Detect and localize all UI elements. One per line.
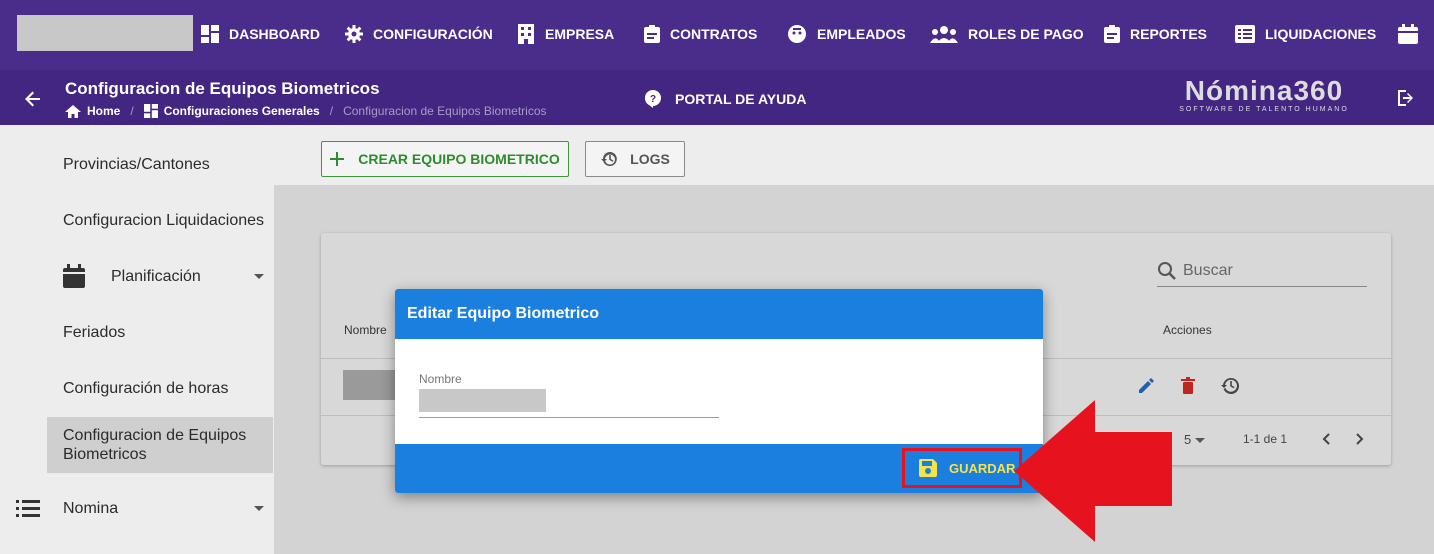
- sidebar: Provincias/Cantones Configuracion Liquid…: [0, 125, 274, 554]
- nav-label: LIQUIDACIONES: [1265, 26, 1377, 42]
- nav-label: DASHBOARD: [229, 26, 320, 42]
- field-underline: [419, 417, 719, 418]
- nav-label: EMPLEADOS: [817, 26, 906, 42]
- search-icon: [1158, 261, 1176, 280]
- create-biometric-button[interactable]: CREAR EQUIPO BIOMETRICO: [321, 141, 569, 177]
- nav-contratos[interactable]: CONTRATOS: [644, 22, 757, 46]
- list-icon: [16, 500, 40, 517]
- delete-icon[interactable]: [1178, 376, 1198, 396]
- svg-text:?: ?: [650, 94, 656, 105]
- pagination-range: 1-1 de 1: [1243, 432, 1288, 446]
- table-cell-nombre: [343, 370, 397, 400]
- annotation-arrow-icon: [1014, 400, 1172, 542]
- breadcrumb-home[interactable]: Home: [65, 104, 120, 118]
- sidebar-item-equipos-biometricos[interactable]: Configuracion de Equipos Biometricos: [47, 417, 273, 473]
- brand-logo: Nómina360 SOFTWARE DE TALENTO HUMANO: [1179, 75, 1349, 114]
- list-icon: [1235, 25, 1255, 43]
- nav-label: EMPRESA: [545, 26, 615, 42]
- nav-liquidaciones[interactable]: LIQUIDACIONES: [1235, 22, 1376, 46]
- group-icon: [930, 26, 958, 43]
- chevron-down-icon[interactable]: [253, 505, 265, 513]
- page-header: Configuracion de Equipos Biometricos Hom…: [0, 70, 1434, 125]
- dashboard-icon: [143, 104, 158, 118]
- search-input[interactable]: Buscar: [1157, 255, 1367, 287]
- dialog-title: Editar Equipo Biometrico: [407, 305, 600, 322]
- nav-empleados[interactable]: EMPLEADOS: [787, 22, 906, 46]
- face-icon: [788, 25, 806, 43]
- nav-configuracion[interactable]: CONFIGURACIÓN: [345, 22, 493, 46]
- plus-icon: [330, 152, 345, 166]
- nombre-field[interactable]: [419, 389, 546, 412]
- edit-biometric-dialog: Editar Equipo Biometrico Nombre GUARDAR: [395, 289, 1043, 493]
- nav-dashboard[interactable]: DASHBOARD: [201, 22, 320, 46]
- page-title: Configuracion de Equipos Biometricos: [65, 79, 380, 98]
- save-button[interactable]: GUARDAR: [902, 448, 1022, 488]
- chevron-left-icon[interactable]: [1321, 433, 1331, 445]
- help-portal-link[interactable]: ? PORTAL DE AYUDA: [645, 90, 806, 108]
- sidebar-item-nomina[interactable]: Nomina: [63, 500, 118, 518]
- gear-icon: [345, 25, 363, 43]
- calendar-icon: [63, 264, 85, 288]
- home-icon: [65, 104, 81, 118]
- clipboard-icon: [1104, 25, 1120, 43]
- field-label: Nombre: [419, 372, 462, 386]
- sidebar-item-config-liquidaciones[interactable]: Configuracion Liquidaciones: [63, 212, 264, 230]
- breadcrumb-config-generales[interactable]: Configuraciones Generales: [143, 104, 320, 118]
- nav-empresa[interactable]: EMPRESA: [517, 22, 614, 46]
- edit-icon[interactable]: [1136, 376, 1156, 396]
- breadcrumb-separator: /: [130, 104, 134, 118]
- breadcrumb-separator: /: [329, 104, 334, 118]
- sidebar-item-planificacion[interactable]: Planificación: [111, 268, 201, 286]
- history-icon[interactable]: [1220, 376, 1240, 396]
- nav-reportes[interactable]: REPORTES: [1104, 22, 1207, 46]
- history-icon: [601, 152, 617, 166]
- chevron-down-icon[interactable]: [253, 273, 265, 281]
- logout-icon[interactable]: [1396, 89, 1416, 107]
- sidebar-item-config-horas[interactable]: Configuración de horas: [63, 380, 228, 398]
- top-navbar: DASHBOARD CONFIGURACIÓN EMPRESA CONTRATO…: [0, 0, 1434, 70]
- chevron-right-icon[interactable]: [1355, 433, 1365, 445]
- floppy-disk-icon: [919, 459, 937, 477]
- rows-per-page-select[interactable]: 5: [1184, 432, 1205, 447]
- nav-label: CONFIGURACIÓN: [373, 26, 493, 42]
- breadcrumb: Home / Configuraciones Generales / Confi…: [65, 103, 547, 119]
- column-header-nombre[interactable]: Nombre: [344, 323, 387, 337]
- calendar-icon: [1398, 24, 1418, 44]
- dashboard-icon: [201, 25, 219, 43]
- nav-label: CONTRATOS: [670, 26, 758, 42]
- back-arrow-icon[interactable]: [22, 88, 44, 110]
- breadcrumb-current: Configuracion de Equipos Biometricos: [343, 104, 547, 118]
- logs-button[interactable]: LOGS: [585, 141, 685, 177]
- dialog-header: Editar Equipo Biometrico: [395, 289, 1043, 339]
- help-icon: ?: [645, 90, 661, 108]
- sidebar-item-label: Configuracion de Equipos Biometricos: [63, 427, 247, 463]
- sidebar-item-provincias[interactable]: Provincias/Cantones: [63, 156, 210, 174]
- clipboard-icon: [644, 25, 660, 43]
- company-logo[interactable]: [17, 15, 193, 51]
- sidebar-item-feriados[interactable]: Feriados: [63, 324, 125, 342]
- nav-label: ROLES DE PAGO: [968, 26, 1084, 42]
- nav-roles-de-pago[interactable]: ROLES DE PAGO: [930, 22, 1084, 46]
- nav-label: REPORTES: [1130, 26, 1208, 42]
- building-icon: [518, 24, 534, 44]
- nav-calendar[interactable]: [1398, 22, 1418, 46]
- column-header-acciones: Acciones: [1163, 323, 1212, 337]
- chevron-down-icon: [1194, 438, 1205, 443]
